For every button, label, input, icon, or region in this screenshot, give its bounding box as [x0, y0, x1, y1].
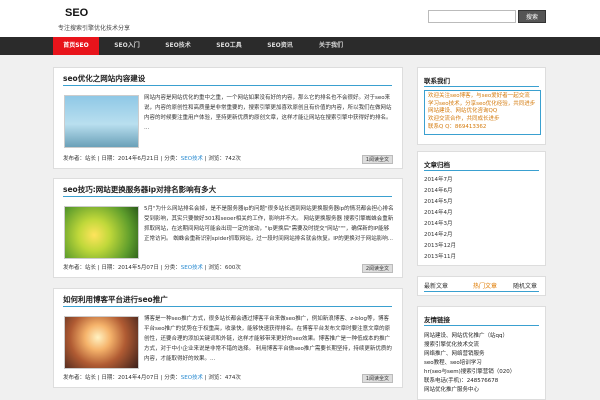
nav-item-seo-news[interactable]: SEO资讯	[257, 37, 303, 55]
widget-divider	[424, 86, 539, 87]
friend-link[interactable]: 网络推广、网络营销服务	[424, 349, 485, 357]
widget-title: 联系我们	[424, 77, 450, 85]
title-divider	[63, 196, 392, 197]
main-nav: 首页SEO SEO入门 SEO技术 SEO工具 SEO资讯 关于我们	[0, 37, 600, 55]
friend-link[interactable]: 网站建设、网站优化推广（站qq）	[424, 331, 508, 339]
post-category-prefix: 分类：	[164, 156, 181, 162]
contact-widget: 联系我们 欢迎关注seo博客，与seo爱好者一起交流 学习seo技术，分享seo…	[417, 67, 546, 145]
widget-divider	[424, 170, 539, 171]
contact-line: 欢迎关注seo博客，与seo爱好者一起交流	[428, 93, 530, 99]
post-category-link[interactable]: SEO技术	[181, 265, 203, 271]
title-divider	[63, 306, 392, 307]
contact-box: 欢迎关注seo博客，与seo爱好者一起交流 学习seo技术，分享seo优化经验，…	[424, 90, 541, 135]
widget-title: 文章归档	[424, 161, 450, 169]
tab-latest[interactable]: 最新文章	[424, 281, 448, 290]
nav-item-seo-tools[interactable]: SEO工具	[206, 37, 252, 55]
post-views: 浏览：600次	[208, 265, 241, 271]
nav-item-home[interactable]: 首页SEO	[53, 37, 99, 55]
post-meta: 发布者：站长 | 日期：2014年5月07日 | 分类：SEO技术 | 浏览：6…	[63, 265, 241, 271]
post-title[interactable]: seo技巧:网站更换服务器ip对排名影响有多大	[63, 184, 216, 195]
friend-link[interactable]: seo教程、seo培训学习	[424, 358, 482, 366]
search-button[interactable]: 搜索	[518, 10, 546, 23]
archive-item[interactable]: 2014年7月	[424, 175, 453, 183]
post-date: 日期：2014年5月07日	[101, 265, 159, 271]
post-thumbnail[interactable]	[64, 316, 139, 369]
nav-item-seo-intro[interactable]: SEO入门	[104, 37, 150, 55]
post-author: 发布者：站长	[63, 156, 97, 162]
search-input[interactable]	[428, 10, 516, 23]
read-more-button[interactable]: 1阅读全文	[361, 155, 393, 164]
archive-item[interactable]: 2013年12月	[424, 241, 456, 249]
title-divider	[63, 85, 392, 86]
post-category-prefix: 分类：	[164, 375, 181, 381]
post-excerpt: 网站内容是网站优化的重中之重，一个网站如果没有好的内容，那么它的排名也不会很好。…	[144, 95, 392, 131]
post-thumbnail[interactable]	[64, 95, 139, 148]
post-category-prefix: 分类：	[164, 265, 181, 271]
post-author: 发布者：站长	[63, 265, 97, 271]
archive-item[interactable]: 2014年3月	[424, 219, 453, 227]
post-views: 浏览：742次	[208, 156, 241, 162]
read-more-button[interactable]: 2阅读全文	[361, 264, 393, 273]
friend-link[interactable]: 搜索引擎优化技术交流	[424, 340, 479, 348]
archive-item[interactable]: 2013年11月	[424, 252, 456, 260]
post-title[interactable]: seo优化之网站内容建设	[63, 73, 145, 84]
post-card: seo优化之网站内容建设 网站内容是网站优化的重中之重，一个网站如果没有好的内容…	[53, 67, 403, 169]
tab-divider	[424, 291, 539, 292]
archive-widget: 文章归档 2014年7月 2014年6月 2014年5月 2014年4月 201…	[417, 151, 546, 266]
read-more-button[interactable]: 1阅读全文	[361, 374, 393, 383]
widget-title: 友情链接	[424, 316, 450, 324]
post-card: seo技巧:网站更换服务器ip对排名影响有多大 5月"为什么网站排名会掉，是不是…	[53, 178, 403, 278]
post-title[interactable]: 如何利用博客平台进行seo推广	[63, 294, 168, 305]
tab-random[interactable]: 随机文章	[513, 281, 537, 290]
post-card: 如何利用博客平台进行seo推广 博客是一种seo推广方式，很多站长都会通过博客平…	[53, 288, 403, 388]
post-category-link[interactable]: SEO技术	[181, 156, 203, 162]
post-date: 日期：2014年4月07日	[101, 375, 159, 381]
post-excerpt: 5月"为什么网站排名会掉，是不是服务器ip的问题"很多站长遇到网站更换服务器ip…	[144, 206, 394, 242]
archive-item[interactable]: 2014年4月	[424, 208, 453, 216]
contact-line: 欢迎交流合作，共同成长进步	[428, 116, 500, 123]
site-title[interactable]: SEO	[65, 7, 88, 19]
post-thumbnail[interactable]	[64, 206, 139, 259]
post-author: 发布者：站长	[63, 375, 97, 381]
post-date: 日期：2014年6月21日	[101, 156, 159, 162]
contact-line: 联系Q Q：869413362	[428, 123, 487, 130]
archive-item[interactable]: 2014年2月	[424, 230, 453, 238]
archive-item[interactable]: 2014年6月	[424, 186, 453, 194]
nav-item-about[interactable]: 关于我们	[308, 37, 354, 55]
friend-link[interactable]: 联系电话(手机)：248576678	[424, 376, 498, 384]
contact-line: 网站建设、网站优化咨询QQ	[428, 108, 498, 115]
friend-link[interactable]: hr(seo与sem)搜索引擎营销（020）	[424, 367, 515, 375]
post-excerpt: 博客是一种seo推广方式，很多站长都会通过博客平台来做seo推广，例如新浪博客、…	[144, 316, 392, 362]
post-meta: 发布者：站长 | 日期：2014年4月07日 | 分类：SEO技术 | 浏览：4…	[63, 375, 241, 381]
friend-link[interactable]: 网站优化推广服务中心	[424, 385, 479, 393]
post-meta: 发布者：站长 | 日期：2014年6月21日 | 分类：SEO技术 | 浏览：7…	[63, 156, 241, 162]
archive-item[interactable]: 2014年5月	[424, 197, 453, 205]
post-category-link[interactable]: SEO技术	[181, 375, 203, 381]
tab-popular[interactable]: 热门文章	[473, 281, 497, 290]
site-header: SEO 专注搜索引擎优化技术分享 搜索	[0, 0, 600, 37]
post-views: 浏览：474次	[208, 375, 241, 381]
nav-item-seo-tech[interactable]: SEO技术	[155, 37, 201, 55]
links-widget: 友情链接 网站建设、网站优化推广（站qq） 搜索引擎优化技术交流 网络推广、网络…	[417, 306, 546, 400]
widget-divider	[424, 325, 539, 326]
post-tabs: 最新文章 热门文章 随机文章	[417, 276, 546, 296]
site-description: 专注搜索引擎优化技术分享	[58, 25, 131, 32]
